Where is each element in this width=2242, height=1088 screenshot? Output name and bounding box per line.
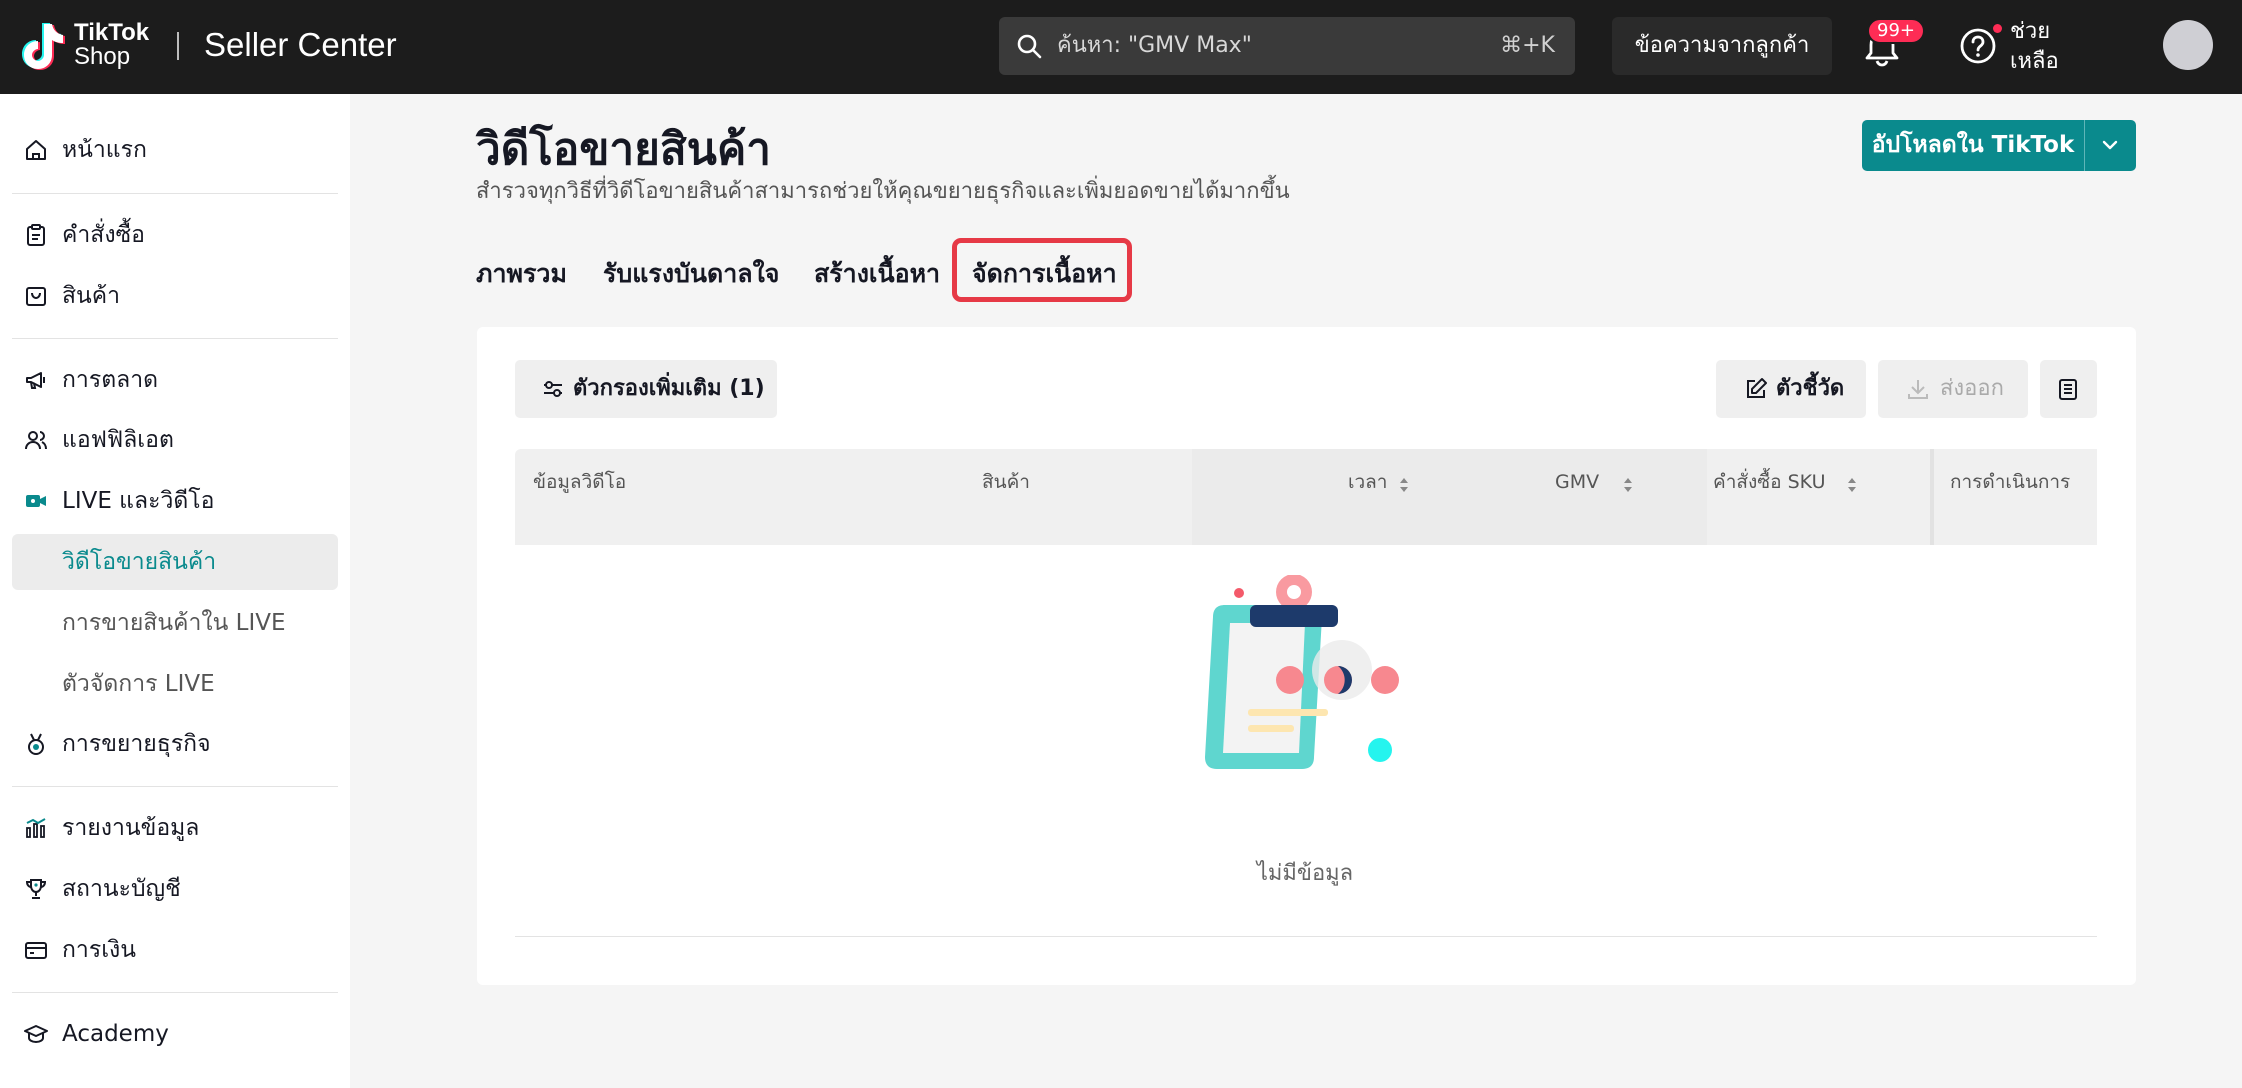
sidebar: หน้าแรก คำสั่งซื้อ สินค้า การตลาด แอฟฟิล… <box>0 94 350 1088</box>
sidebar-item-label: LIVE และวิดีโอ <box>62 488 215 514</box>
page-title: วิดีโอขายสินค้า <box>476 124 771 175</box>
sidebar-item-shoppable-videos[interactable]: วิดีโอขายสินค้า <box>12 534 338 590</box>
upload-button-divider <box>2084 120 2085 171</box>
clipboard-icon <box>27 224 45 246</box>
help-notification-dot <box>1993 24 2002 33</box>
sidebar-item-label: Academy <box>62 1021 169 1047</box>
home-icon <box>26 140 46 160</box>
download-icon <box>1908 380 1928 399</box>
empty-state-text: ไม่มีข้อมูล <box>1256 861 1354 886</box>
sidebar-item-affiliate[interactable]: แอฟฟิลิเอต <box>12 412 338 468</box>
sidebar-item-live-selling[interactable]: การขายสินค้าใน LIVE <box>12 595 338 651</box>
search-input[interactable]: ค้นหา: "GMV Max" ⌘+K <box>999 17 1575 75</box>
sidebar-item-live-manager[interactable]: ตัวจัดการ LIVE <box>12 656 338 712</box>
metrics-button[interactable]: ตัวชี้วัด <box>1716 360 1866 418</box>
app-title: Seller Center <box>204 26 397 63</box>
sidebar-item-data-reports[interactable]: รายงานข้อมูล <box>12 800 338 856</box>
notification-badge: 99+ <box>1867 18 1925 44</box>
video-camera-icon <box>26 495 46 507</box>
graduation-cap-icon <box>24 1025 48 1044</box>
sidebar-item-live-video[interactable]: LIVE และวิดีโอ <box>12 473 338 529</box>
table-header: ข้อมูลวิดีโอ สินค้า เวลา GMV คำสั่งซื้อ … <box>515 449 2097 545</box>
search-shortcut: ⌘+K <box>1500 33 1555 58</box>
sidebar-item-products[interactable]: สินค้า <box>12 268 338 324</box>
bar-chart-icon <box>26 818 46 838</box>
upload-in-tiktok-button[interactable]: อัปโหลดใน TikTok <box>1862 120 2136 171</box>
sidebar-item-label: สถานะบัญชี <box>62 876 181 902</box>
sidebar-item-label: การขายสินค้าใน LIVE <box>62 610 286 636</box>
column-settings-button[interactable] <box>2040 360 2097 418</box>
export-label: ส่งออก <box>1940 376 2004 401</box>
top-bar: TikTok Shop Seller Center ค้นหา: "GMV Ma… <box>0 0 2242 94</box>
column-header-product: สินค้า <box>982 471 1030 493</box>
sidebar-divider <box>12 992 338 993</box>
sidebar-item-orders[interactable]: คำสั่งซื้อ <box>12 207 338 263</box>
sidebar-divider <box>12 193 338 194</box>
sidebar-item-label: แอฟฟิลิเอต <box>62 427 174 453</box>
sidebar-item-label: การตลาด <box>62 367 159 393</box>
page-subtitle: สำรวจทุกวิธีที่วิดีโอขายสินค้าสามารถช่วย… <box>476 179 1290 204</box>
empty-clipboard-illustration <box>1205 575 1399 769</box>
metrics-label: ตัวชี้วัด <box>1776 376 1845 401</box>
more-filters-button[interactable]: ตัวกรองเพิ่มเติม (1) <box>515 360 777 418</box>
trophy-icon <box>25 879 47 899</box>
sidebar-item-label: คำสั่งซื้อ <box>62 222 145 248</box>
help-label[interactable]: ช่วยเหลือ <box>2010 17 2080 77</box>
upload-button-label: อัปโหลดใน TikTok <box>1871 132 2075 158</box>
clipboard-list-icon <box>2059 379 2077 400</box>
sidebar-divider <box>12 338 338 339</box>
table-header-fixed-column <box>1930 449 2097 545</box>
chevron-down-icon[interactable] <box>2098 133 2122 157</box>
sidebar-item-label: หน้าแรก <box>62 137 147 163</box>
sidebar-item-account-health[interactable]: สถานะบัญชี <box>12 861 338 917</box>
tab-highlight-box <box>952 238 1132 302</box>
sidebar-item-academy[interactable]: Academy <box>12 1006 338 1062</box>
column-header-gmv[interactable]: GMV <box>1555 469 1599 495</box>
wallet-icon <box>25 942 47 959</box>
export-button[interactable]: ส่งออก <box>1878 360 2028 418</box>
bag-icon <box>26 287 46 306</box>
sidebar-item-label: การเงิน <box>62 937 137 963</box>
medal-icon <box>28 733 44 755</box>
sidebar-item-home[interactable]: หน้าแรก <box>12 122 338 178</box>
column-header-actions: การดำเนินการ <box>1950 471 2071 493</box>
search-placeholder: ค้นหา: "GMV Max" <box>1057 33 1252 58</box>
tab-overview[interactable]: ภาพรวม <box>476 256 567 292</box>
column-header-time[interactable]: เวลา <box>1348 469 1387 495</box>
sort-icon[interactable] <box>1846 474 1858 496</box>
sort-icon[interactable] <box>1622 474 1634 496</box>
sidebar-item-marketing[interactable]: การตลาด <box>12 352 338 408</box>
sidebar-item-label: ตัวจัดการ LIVE <box>62 671 215 697</box>
sidebar-item-finance[interactable]: การเงิน <box>12 922 338 978</box>
people-icon <box>25 431 47 450</box>
tab-create-content[interactable]: สร้างเนื้อหา <box>814 256 940 292</box>
more-filters-label: ตัวกรองเพิ่มเติม (1) <box>573 376 765 401</box>
customer-messages-button[interactable]: ข้อความจากลูกค้า <box>1612 17 1832 75</box>
sidebar-item-label: วิดีโอขายสินค้า <box>62 549 217 575</box>
column-header-video-info: ข้อมูลวิดีโอ <box>533 471 627 493</box>
table-bottom-border <box>515 936 2097 937</box>
help-icon[interactable] <box>1958 26 1998 66</box>
megaphone-icon <box>26 372 45 389</box>
sidebar-divider <box>12 786 338 787</box>
logo-divider <box>177 32 179 60</box>
sidebar-item-label: สินค้า <box>62 283 121 309</box>
filter-sliders-icon <box>544 381 562 397</box>
table-header-scroll-area <box>1192 449 1707 545</box>
edit-icon <box>1747 378 1767 398</box>
logo-shop-text: Shop <box>74 43 131 70</box>
search-icon <box>1017 34 1042 59</box>
column-header-sku-orders[interactable]: คำสั่งซื้อ SKU <box>1713 469 1826 495</box>
tiktok-logo-icon[interactable] <box>22 20 68 72</box>
sidebar-item-growth[interactable]: การขยายธุรกิจ <box>12 716 338 772</box>
avatar[interactable] <box>2163 20 2213 70</box>
sort-icon[interactable] <box>1398 474 1410 496</box>
sidebar-item-label: รายงานข้อมูล <box>62 815 200 841</box>
sidebar-item-label: การขยายธุรกิจ <box>62 731 211 757</box>
tab-get-inspired[interactable]: รับแรงบันดาลใจ <box>603 256 779 292</box>
